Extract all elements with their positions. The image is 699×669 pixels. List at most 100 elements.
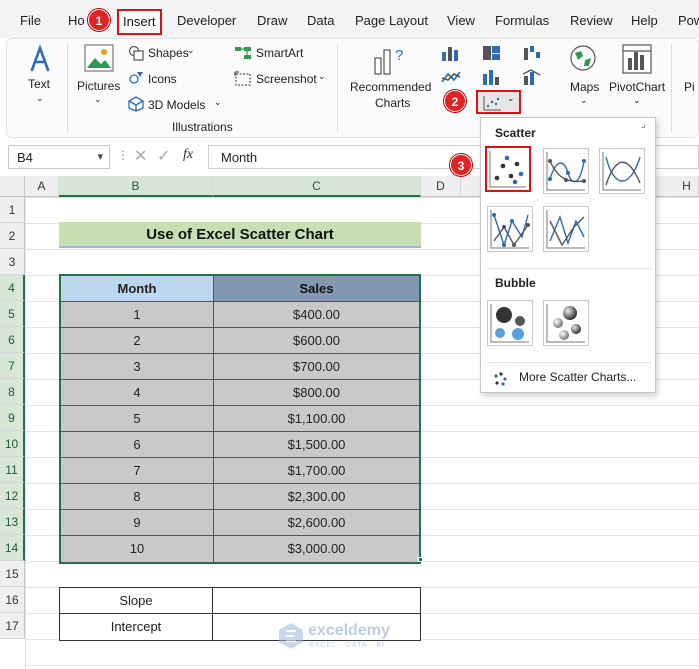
row-header-7[interactable]: 7: [0, 353, 25, 379]
menu-draw[interactable]: Draw: [257, 13, 287, 28]
menu-formulas[interactable]: Formulas: [495, 13, 549, 28]
menu-insert[interactable]: Insert: [117, 9, 162, 35]
smartart-label[interactable]: SmartArt: [256, 46, 303, 60]
pictures-label[interactable]: Pictures: [77, 79, 120, 93]
col-header-a[interactable]: A: [25, 176, 59, 197]
insert-function-icon[interactable]: fx: [183, 147, 193, 163]
sales-cell[interactable]: $1,100.00: [214, 406, 419, 431]
row-header-2[interactable]: 2: [0, 223, 25, 249]
smartart-icon[interactable]: [234, 45, 252, 61]
sales-cell[interactable]: $1,700.00: [214, 458, 419, 483]
month-cell[interactable]: 3: [61, 354, 214, 379]
3d-bubble-option[interactable]: [543, 300, 589, 346]
month-cell[interactable]: 6: [61, 432, 214, 457]
screenshot-chevron-icon[interactable]: ⌄: [318, 71, 326, 82]
line-chart-icon[interactable]: [440, 68, 466, 86]
scatter-smooth-lines-markers-option[interactable]: [543, 148, 589, 194]
column-chart-icon[interactable]: [440, 44, 462, 62]
recommended-charts-label-1[interactable]: Recommended: [350, 80, 431, 94]
bubble-option[interactable]: [487, 300, 533, 346]
sales-cell[interactable]: $400.00: [214, 302, 419, 327]
text-chevron-icon[interactable]: ⌄: [36, 93, 44, 104]
menu-file[interactable]: File: [20, 13, 41, 28]
select-all-corner[interactable]: [0, 176, 25, 197]
sales-cell[interactable]: $2,600.00: [214, 510, 419, 535]
row-header-16[interactable]: 16: [0, 587, 25, 613]
menu-power[interactable]: Pow: [678, 13, 699, 28]
screenshot-icon[interactable]: [234, 71, 252, 87]
fill-handle[interactable]: [418, 557, 423, 562]
menu-developer[interactable]: Developer: [177, 13, 236, 28]
sales-cell[interactable]: $700.00: [214, 354, 419, 379]
icons-icon[interactable]: [128, 70, 144, 86]
row-header-14[interactable]: 14: [0, 535, 25, 561]
shapes-icon[interactable]: [128, 45, 144, 61]
menu-page-layout[interactable]: Page Layout: [355, 13, 428, 28]
maps-icon[interactable]: [569, 44, 597, 74]
month-cell[interactable]: 7: [61, 458, 214, 483]
menu-home[interactable]: Ho: [68, 13, 85, 28]
row-header-4[interactable]: 4: [0, 275, 25, 301]
recommended-charts-icon[interactable]: ?: [373, 44, 407, 76]
pictures-chevron-icon[interactable]: ⌄: [94, 94, 102, 105]
sales-cell[interactable]: $600.00: [214, 328, 419, 353]
3d-models-chevron-icon[interactable]: ⌄: [214, 97, 222, 108]
scatter-straight-lines-markers-option[interactable]: [487, 206, 533, 252]
shapes-label[interactable]: Shapes: [148, 46, 189, 60]
hierarchy-chart-icon[interactable]: [481, 44, 503, 62]
text-icon[interactable]: [26, 44, 54, 74]
name-box-chevron-icon[interactable]: ▾: [97, 150, 103, 163]
sheet-title[interactable]: Use of Excel Scatter Chart: [59, 222, 421, 248]
icons-label[interactable]: Icons: [148, 72, 177, 86]
scatter-markers-only-option[interactable]: [485, 146, 531, 192]
month-cell[interactable]: 9: [61, 510, 214, 535]
pivotchart-icon[interactable]: [622, 44, 652, 74]
pictures-icon[interactable]: [84, 44, 114, 72]
col-header-d[interactable]: D: [421, 176, 461, 197]
slope-label[interactable]: Slope: [60, 588, 213, 613]
row-header-3[interactable]: 3: [0, 249, 25, 275]
screenshot-label[interactable]: Screenshot: [256, 72, 317, 86]
3d-models-label[interactable]: 3D Models: [148, 98, 205, 112]
row-header-6[interactable]: 6: [0, 327, 25, 353]
enter-icon[interactable]: ✓: [157, 146, 170, 166]
shapes-chevron-icon[interactable]: ⌄: [187, 45, 195, 56]
row-header-15[interactable]: 15: [0, 561, 25, 587]
header-sales[interactable]: Sales: [214, 276, 419, 301]
month-cell[interactable]: 4: [61, 380, 214, 405]
scatter-straight-lines-option[interactable]: [543, 206, 589, 252]
sales-cell[interactable]: $3,000.00: [214, 536, 419, 562]
row-header-13[interactable]: 13: [0, 509, 25, 535]
sales-cell[interactable]: $2,300.00: [214, 484, 419, 509]
menu-review[interactable]: Review: [570, 13, 613, 28]
month-cell[interactable]: 8: [61, 484, 214, 509]
month-cell[interactable]: 5: [61, 406, 214, 431]
pi-label[interactable]: Pi: [684, 80, 695, 94]
row-header-5[interactable]: 5: [0, 301, 25, 327]
month-cell[interactable]: 1: [61, 302, 214, 327]
header-month[interactable]: Month: [61, 276, 214, 301]
col-header-c[interactable]: C: [213, 176, 421, 197]
combo-chart-icon[interactable]: [522, 68, 548, 86]
3d-models-icon[interactable]: [128, 96, 144, 112]
row-header-17[interactable]: 17: [0, 613, 25, 639]
menu-data[interactable]: Data: [307, 13, 334, 28]
menu-view[interactable]: View: [447, 13, 475, 28]
maps-chevron-icon[interactable]: ⌄: [580, 95, 588, 106]
intercept-label[interactable]: Intercept: [60, 614, 213, 640]
cancel-icon[interactable]: ✕: [134, 146, 147, 166]
scatter-smooth-lines-option[interactable]: [599, 148, 645, 194]
menu-help[interactable]: Help: [631, 13, 658, 28]
row-header-9[interactable]: 9: [0, 405, 25, 431]
row-header-1[interactable]: 1: [0, 197, 25, 223]
sales-table[interactable]: Month Sales 1 $400.00 2 $600.00 3 $700.0…: [59, 274, 421, 564]
statistic-chart-icon[interactable]: [481, 68, 507, 86]
row-header-8[interactable]: 8: [0, 379, 25, 405]
more-scatter-charts-link[interactable]: More Scatter Charts...: [519, 370, 636, 384]
waterfall-chart-icon[interactable]: [522, 44, 548, 62]
scatter-chart-button[interactable]: ⌄: [476, 90, 521, 114]
dropdown-resize-icon[interactable]: ⌟: [641, 119, 646, 130]
slope-value-cell[interactable]: [213, 588, 420, 613]
text-label[interactable]: Text: [28, 77, 50, 91]
pivotchart-chevron-icon[interactable]: ⌄: [633, 95, 641, 106]
